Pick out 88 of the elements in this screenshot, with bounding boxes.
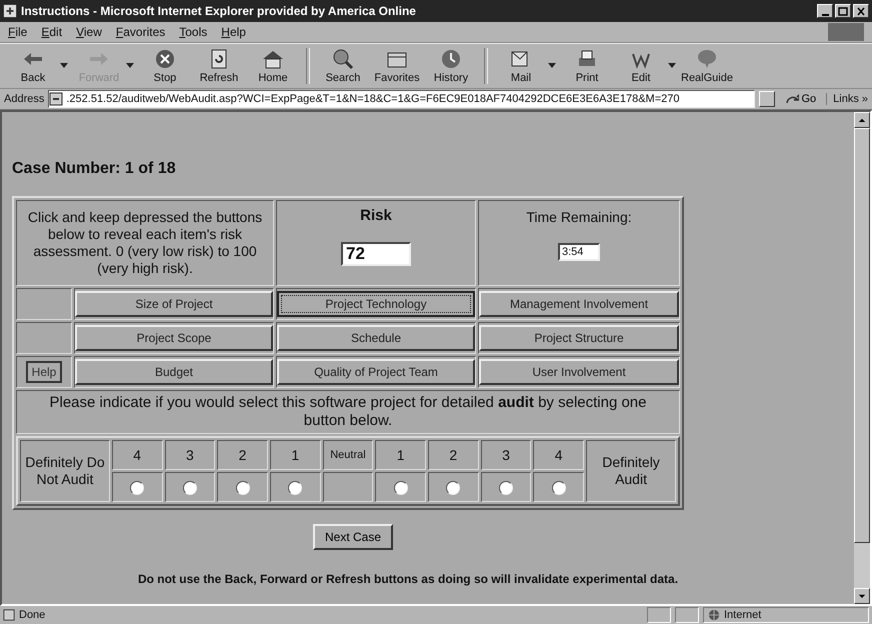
toolbar-button[interactable]: Refresh [192, 48, 246, 84]
zone-label: Internet [724, 609, 762, 621]
toolbar-button[interactable]: Print [560, 48, 614, 84]
toolbar-button[interactable]: Mail [494, 48, 548, 84]
toolbar-button[interactable]: History [424, 48, 478, 84]
menu-item[interactable]: Edit [41, 25, 62, 39]
radio-button[interactable] [130, 481, 144, 496]
scroll-thumb[interactable] [854, 128, 870, 543]
factor-button[interactable]: Size of Project [75, 291, 273, 317]
factor-button[interactable]: Management Involvement [479, 291, 679, 317]
house-icon [261, 48, 285, 70]
factor-button[interactable]: Budget [75, 359, 273, 385]
prompt-text: Please indicate if you would select this software project for detailed audit by selecting one button below. [16, 390, 680, 434]
status-panel [675, 607, 699, 623]
window-title: Instructions - Microsoft Internet Explorer provided by America Online [21, 4, 417, 18]
speech-bubble-icon [695, 48, 719, 70]
scale-label: Definitely Audit [586, 440, 676, 502]
toolbar-button[interactable]: Back [6, 48, 60, 84]
menu-item[interactable]: Tools [179, 25, 208, 39]
minimize-icon [822, 14, 828, 16]
address-label: Address [4, 93, 44, 105]
scale-value: 3 [480, 440, 532, 470]
radio-button[interactable] [552, 481, 566, 496]
search-icon [331, 48, 355, 70]
factor-button[interactable]: Project Scope [75, 325, 273, 351]
factor-button[interactable]: Project Structure [479, 325, 679, 351]
scale-value: 4 [533, 440, 584, 470]
minimize-button[interactable] [817, 4, 833, 18]
scale-label: Definitely Do Not Audit [20, 440, 110, 502]
toolbar-button[interactable]: Edit [614, 48, 668, 84]
radio-button[interactable] [446, 481, 460, 496]
factor-button[interactable]: Project Technology [277, 291, 475, 317]
warning-text: Do not use the Back, Forward or Refresh buttons as doing so will invalidate experimental data. [136, 572, 680, 586]
scale-value: 1 [375, 440, 426, 470]
toolbar-button[interactable]: Stop [138, 48, 192, 84]
status-text: Done [19, 609, 46, 621]
radio-button[interactable] [182, 481, 197, 496]
scale-value: 2 [217, 440, 268, 470]
case-number: Case Number: 1 of 18 [12, 160, 177, 178]
scale-value: Neutral [322, 440, 374, 470]
status-panel [647, 607, 671, 623]
dropdown-arrow-icon[interactable] [60, 63, 68, 69]
maximize-button[interactable] [835, 4, 851, 18]
maximize-icon [837, 6, 849, 16]
page-icon [3, 609, 15, 621]
time-label: Time Remaining: [526, 209, 632, 225]
factor-button[interactable]: User Involvement [479, 359, 679, 385]
toolbar-button[interactable]: Search [316, 48, 370, 84]
scale-value: 2 [428, 440, 479, 470]
dropdown-arrow-icon[interactable] [668, 63, 676, 69]
timer-field[interactable]: 3:54 [558, 243, 600, 261]
scale-value: 4 [112, 440, 163, 470]
links-label[interactable]: Links » [826, 93, 868, 105]
globe-icon [708, 609, 720, 621]
radio-button[interactable] [394, 481, 408, 496]
factor-button[interactable]: Quality of Project Team [277, 359, 475, 385]
scrollbar[interactable] [854, 112, 870, 604]
toolbar-button[interactable]: Favorites [370, 48, 424, 84]
scale-value: 3 [164, 440, 216, 470]
radio-button[interactable] [499, 481, 514, 496]
radio-button[interactable] [236, 481, 250, 496]
up-arrow-icon[interactable] [858, 118, 866, 122]
risk-field[interactable]: 72 [341, 242, 411, 266]
brand-logo [828, 23, 864, 41]
toolbar-button[interactable]: RealGuide [680, 48, 734, 84]
down-arrow-icon[interactable] [858, 594, 866, 598]
instructions-text: Click and keep depressed the buttons below to reveal each item's risk assessment. 0 (very low risk) to 100 (very high risk). [16, 200, 274, 286]
close-button[interactable] [853, 4, 869, 18]
help-button[interactable]: Help [26, 361, 62, 383]
factor-button[interactable]: Schedule [277, 325, 475, 351]
menu-item[interactable]: File [8, 25, 28, 39]
dropdown-arrow-icon[interactable] [548, 63, 556, 69]
browser-icon [3, 4, 17, 18]
radio-button[interactable] [288, 481, 302, 496]
risk-label: Risk [360, 207, 392, 224]
stop-icon [153, 48, 177, 70]
go-button[interactable]: Go [779, 93, 822, 105]
menu-item[interactable]: View [76, 25, 102, 39]
dropdown-button[interactable] [759, 91, 776, 107]
menu-item[interactable]: Help [221, 25, 246, 39]
page-icon [49, 92, 64, 106]
next-case-button[interactable]: Next Case [312, 524, 394, 550]
menu-item[interactable]: Favorites [116, 25, 166, 39]
scale-value: 1 [270, 440, 321, 470]
address-field[interactable]: .252.51.52/auditweb/WebAudit.asp?WCI=ExpPage&T=1&N=18&C=1&G=F6EC9E018AF7404292DCE6E3E6A3E178&M=270 [48, 90, 756, 108]
toolbar-button[interactable]: Home [246, 48, 300, 84]
close-icon [855, 6, 867, 16]
clock-icon [439, 48, 463, 70]
